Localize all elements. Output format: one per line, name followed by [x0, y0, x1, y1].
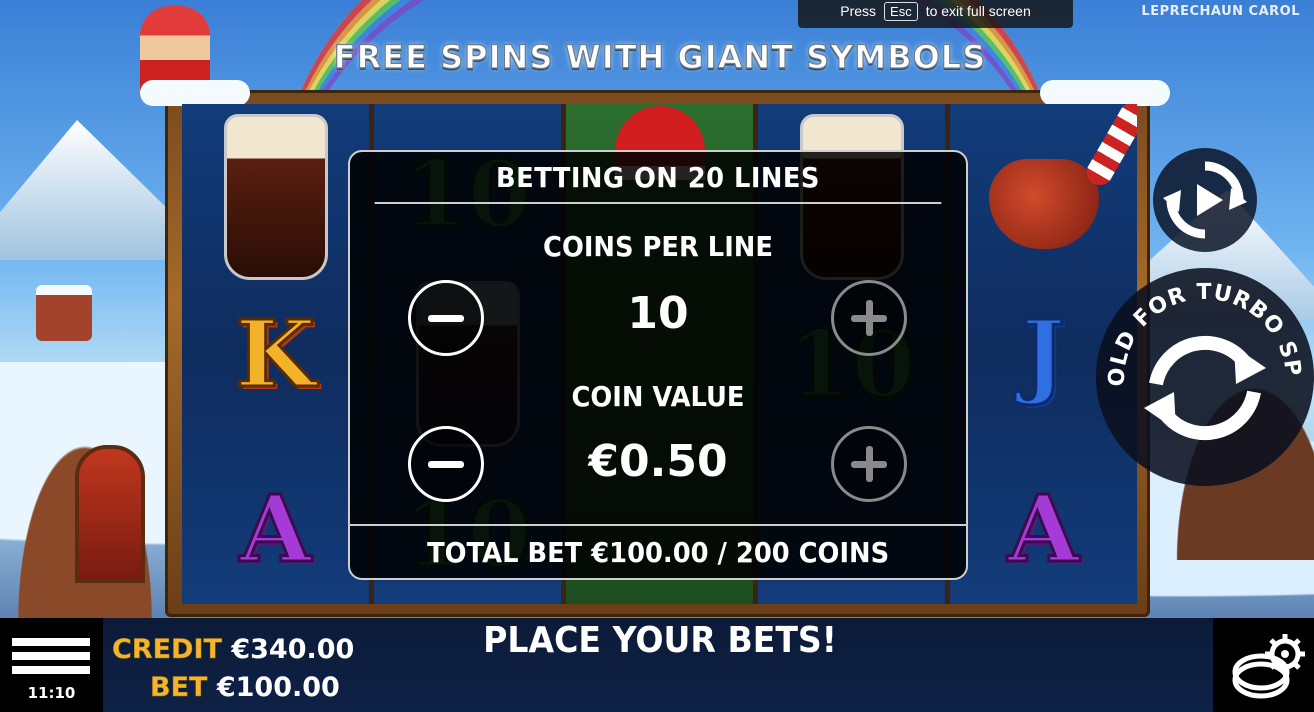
reel-1: K A	[182, 104, 369, 604]
house-door-left	[75, 445, 145, 583]
autoplay-button[interactable]	[1153, 148, 1257, 252]
symbol-a-letter: A	[238, 475, 312, 583]
total-bet-text: TOTAL BET €100.00 / 200 COINS	[426, 535, 890, 569]
coins-per-line-label: COINS PER LINE	[543, 230, 773, 263]
hamburger-menu-icon	[12, 638, 90, 680]
coin-value-increase-button[interactable]	[831, 426, 907, 502]
bet-settings-panel: BETTING ON 20 LINES COINS PER LINE 10 CO…	[348, 150, 968, 580]
clock: 11:10	[27, 684, 76, 702]
chimney-decoration	[36, 285, 92, 341]
coin-settings-icon	[1232, 634, 1305, 699]
symbol-j-letter: J	[1020, 300, 1066, 408]
spin-arrows-icon	[1144, 335, 1266, 441]
symbol-a: A	[182, 464, 369, 594]
menu-button[interactable]: 11:10	[0, 618, 103, 712]
bet-value: €100.00	[216, 672, 340, 703]
plus-icon-v	[865, 446, 873, 482]
turbo-spin-text: HOLD FOR TURBO SPIN	[1096, 268, 1304, 387]
bet-settings-button[interactable]	[1213, 618, 1314, 712]
symbol-a-letter: A	[1006, 475, 1080, 583]
credit-label: CREDIT	[112, 634, 222, 666]
betting-lines-heading: BETTING ON 20 LINES	[374, 152, 942, 204]
credit-value: €340.00	[231, 634, 355, 665]
spin-button[interactable]: HOLD FOR TURBO SPIN	[1096, 268, 1314, 486]
autoplay-icon	[1163, 161, 1247, 239]
frame-snow-right	[1040, 80, 1170, 106]
symbol-beer-glass	[182, 112, 369, 282]
credit-display: CREDIT €340.00	[112, 634, 355, 666]
plus-icon-v	[865, 300, 873, 336]
bet-display: BET €100.00	[150, 672, 340, 704]
game-screen: FREE SPINS WITH GIANT SYMBOLS LEPRECHAUN…	[0, 0, 1314, 712]
symbol-k: K	[182, 294, 369, 414]
turbo-spin-label-arc: HOLD FOR TURBO SPIN	[1096, 268, 1305, 441]
symbol-pipe	[950, 144, 1137, 264]
fullscreen-hint: Press Esc to exit full screen	[798, 0, 1073, 28]
coins-per-line-increase-button[interactable]	[831, 280, 907, 356]
total-bet-summary: TOTAL BET €100.00 / 200 COINS	[350, 524, 966, 578]
esc-key-badge: Esc	[884, 1, 918, 21]
symbol-k-letter: K	[234, 300, 317, 408]
frame-snow-left	[140, 80, 250, 106]
game-title-banner: FREE SPINS WITH GIANT SYMBOLS	[333, 37, 987, 76]
bet-label: BET	[150, 672, 208, 704]
fullscreen-hint-before: Press	[840, 3, 877, 19]
svg-text:HOLD FOR TURBO SPIN: HOLD FOR TURBO SPIN	[1096, 268, 1305, 387]
fullscreen-hint-after: to exit full screen	[925, 3, 1031, 19]
status-message: PLACE YOUR BETS!	[483, 620, 837, 661]
brand-logo-text: LEPRECHAUN CAROL	[1141, 4, 1300, 19]
coin-value-label: COIN VALUE	[571, 380, 745, 413]
